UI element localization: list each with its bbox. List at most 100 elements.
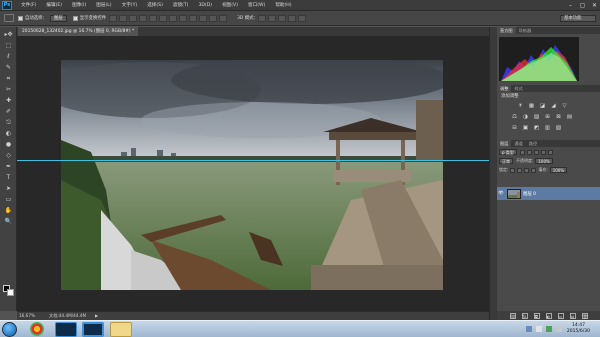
start-button[interactable]	[2, 322, 17, 337]
chrome-taskbar-icon[interactable]	[30, 322, 44, 336]
maximize-button[interactable]: ▢	[577, 1, 588, 10]
marquee-tool-icon[interactable]: ⬚	[4, 42, 13, 50]
quick-select-tool-icon[interactable]: ✎	[4, 64, 13, 72]
system-clock[interactable]: 14:47 2015/6/30	[567, 323, 590, 335]
type-tool-icon[interactable]: T	[4, 174, 13, 182]
clone-stamp-tool-icon[interactable]: ⎋	[4, 119, 13, 127]
color-balance-icon[interactable]: ◑	[522, 114, 529, 120]
posterize-icon[interactable]: ▣	[522, 125, 529, 131]
layer-row[interactable]: 👁 图层 0	[497, 187, 600, 200]
3d-drag-icon[interactable]	[277, 14, 286, 22]
align-center-icon[interactable]	[149, 14, 158, 22]
levels-icon[interactable]: ▦	[528, 103, 535, 109]
photoshop-taskbar-icon-2[interactable]	[82, 322, 104, 337]
auto-select-checkbox[interactable]	[18, 15, 23, 21]
channel-mixer-icon[interactable]: ⊠	[555, 114, 562, 120]
menu-type[interactable]: 文字(Y)	[117, 0, 143, 11]
file-explorer-taskbar-icon[interactable]	[110, 322, 132, 337]
exposure-icon[interactable]: ◢	[550, 103, 557, 109]
layer-filter-dropdown[interactable]: ρ 类型	[499, 149, 517, 155]
document-image[interactable]	[61, 60, 443, 290]
photo-filter-icon[interactable]: ⊞	[544, 114, 551, 120]
tray-icon-2[interactable]	[536, 326, 542, 332]
path-select-tool-icon[interactable]: ➤	[4, 185, 13, 193]
layer-style-icon[interactable]: fx	[521, 312, 528, 319]
eraser-tool-icon[interactable]: ●	[4, 141, 13, 149]
distribute-6-icon[interactable]	[219, 14, 228, 22]
minimize-button[interactable]: –	[565, 1, 576, 10]
move-tool-icon[interactable]: ▸✥	[4, 31, 13, 39]
canvas-area[interactable]	[17, 36, 489, 311]
distribute-3-icon[interactable]	[189, 14, 198, 22]
3d-scale-icon[interactable]	[297, 14, 306, 22]
align-right-icon[interactable]	[159, 14, 168, 22]
selective-color-icon[interactable]: ▧	[555, 125, 562, 131]
tab-channels[interactable]: 通道	[511, 140, 525, 147]
menu-3d[interactable]: 3D(D)	[193, 0, 217, 11]
zoom-readout[interactable]: 16.67%	[19, 312, 35, 320]
link-layers-icon[interactable]: ⛓	[509, 312, 516, 319]
crop-tool-icon[interactable]: ⌗	[4, 75, 13, 83]
status-menu-arrow-icon[interactable]: ▶	[95, 312, 98, 320]
tab-histogram[interactable]: 直方图	[497, 27, 516, 34]
new-layer-icon[interactable]: ▤	[569, 312, 576, 319]
menu-layer[interactable]: 图层(L)	[91, 0, 116, 11]
menu-filter[interactable]: 滤镜(T)	[168, 0, 194, 11]
lock-all-icon[interactable]	[531, 167, 537, 173]
invert-icon[interactable]: ⊟	[511, 125, 518, 131]
auto-select-dropdown[interactable]: 图层	[49, 14, 67, 22]
tab-navigator[interactable]: 导航器	[516, 27, 535, 34]
align-bottom-icon[interactable]	[129, 14, 138, 22]
visibility-eye-icon[interactable]: 👁	[497, 191, 505, 196]
tray-icon-1[interactable]	[526, 326, 532, 332]
distribute-5-icon[interactable]	[209, 14, 218, 22]
hue-saturation-icon[interactable]: ⚖	[511, 114, 518, 120]
filter-shape-icon[interactable]	[540, 149, 546, 155]
blend-mode-dropdown[interactable]: 正常	[499, 158, 513, 164]
volume-icon[interactable]	[556, 326, 562, 332]
lasso-tool-icon[interactable]: ℓ	[4, 53, 13, 61]
tab-layers[interactable]: 图层	[497, 140, 512, 147]
curves-icon[interactable]: ◪	[539, 103, 546, 109]
distribute-4-icon[interactable]	[199, 14, 208, 22]
move-tool-preset-icon[interactable]	[4, 14, 14, 22]
brightness-icon[interactable]: ☀	[517, 103, 524, 109]
align-left-icon[interactable]	[139, 14, 148, 22]
tab-adjustments[interactable]: 调整	[497, 85, 512, 92]
delete-layer-icon[interactable]: 🗑	[581, 312, 588, 319]
add-mask-icon[interactable]: ◘	[533, 312, 540, 319]
distribute-1-icon[interactable]	[169, 14, 178, 22]
photoshop-taskbar-icon-1[interactable]	[55, 322, 77, 337]
fill-input[interactable]: 100%	[549, 167, 568, 173]
align-top-icon[interactable]	[109, 14, 118, 22]
tab-paths[interactable]: 路径	[526, 140, 540, 147]
filter-adjust-icon[interactable]	[526, 149, 532, 155]
workspace-dropdown[interactable]: 基本功能	[560, 14, 596, 22]
gradient-tool-icon[interactable]: ◇	[4, 152, 13, 160]
filter-smart-icon[interactable]	[547, 149, 553, 155]
menu-select[interactable]: 选择(S)	[142, 0, 168, 11]
pen-tool-icon[interactable]: ✒	[4, 163, 13, 171]
close-button[interactable]: ✕	[589, 1, 600, 10]
brush-tool-icon[interactable]: ✐	[4, 108, 13, 116]
eyedropper-tool-icon[interactable]: ✂	[4, 86, 13, 94]
3d-roll-icon[interactable]	[267, 14, 276, 22]
network-icon[interactable]	[546, 326, 552, 332]
history-brush-tool-icon[interactable]: ◐	[4, 130, 13, 138]
background-color-swatch[interactable]	[7, 289, 14, 296]
healing-brush-tool-icon[interactable]: ✚	[4, 97, 13, 105]
show-transform-checkbox[interactable]	[72, 15, 78, 21]
layer-name[interactable]: 图层 0	[523, 191, 536, 197]
new-adjustment-icon[interactable]: ◐	[545, 312, 552, 319]
align-middle-icon[interactable]	[119, 14, 128, 22]
menu-window[interactable]: 窗口(W)	[243, 0, 270, 11]
threshold-icon[interactable]: ◩	[533, 125, 540, 131]
3d-slide-icon[interactable]	[287, 14, 296, 22]
menu-view[interactable]: 视图(V)	[217, 0, 243, 11]
horizontal-guide-line[interactable]	[17, 160, 489, 161]
new-group-icon[interactable]: ▭	[557, 312, 564, 319]
document-tab[interactable]: 20150628_132402.jpg @ 16.7% (图层 0, RGB/8…	[18, 27, 139, 36]
menu-help[interactable]: 帮助(H)	[270, 0, 296, 11]
lock-transparency-icon[interactable]	[510, 167, 516, 173]
black-white-icon[interactable]: ▨	[533, 114, 540, 120]
